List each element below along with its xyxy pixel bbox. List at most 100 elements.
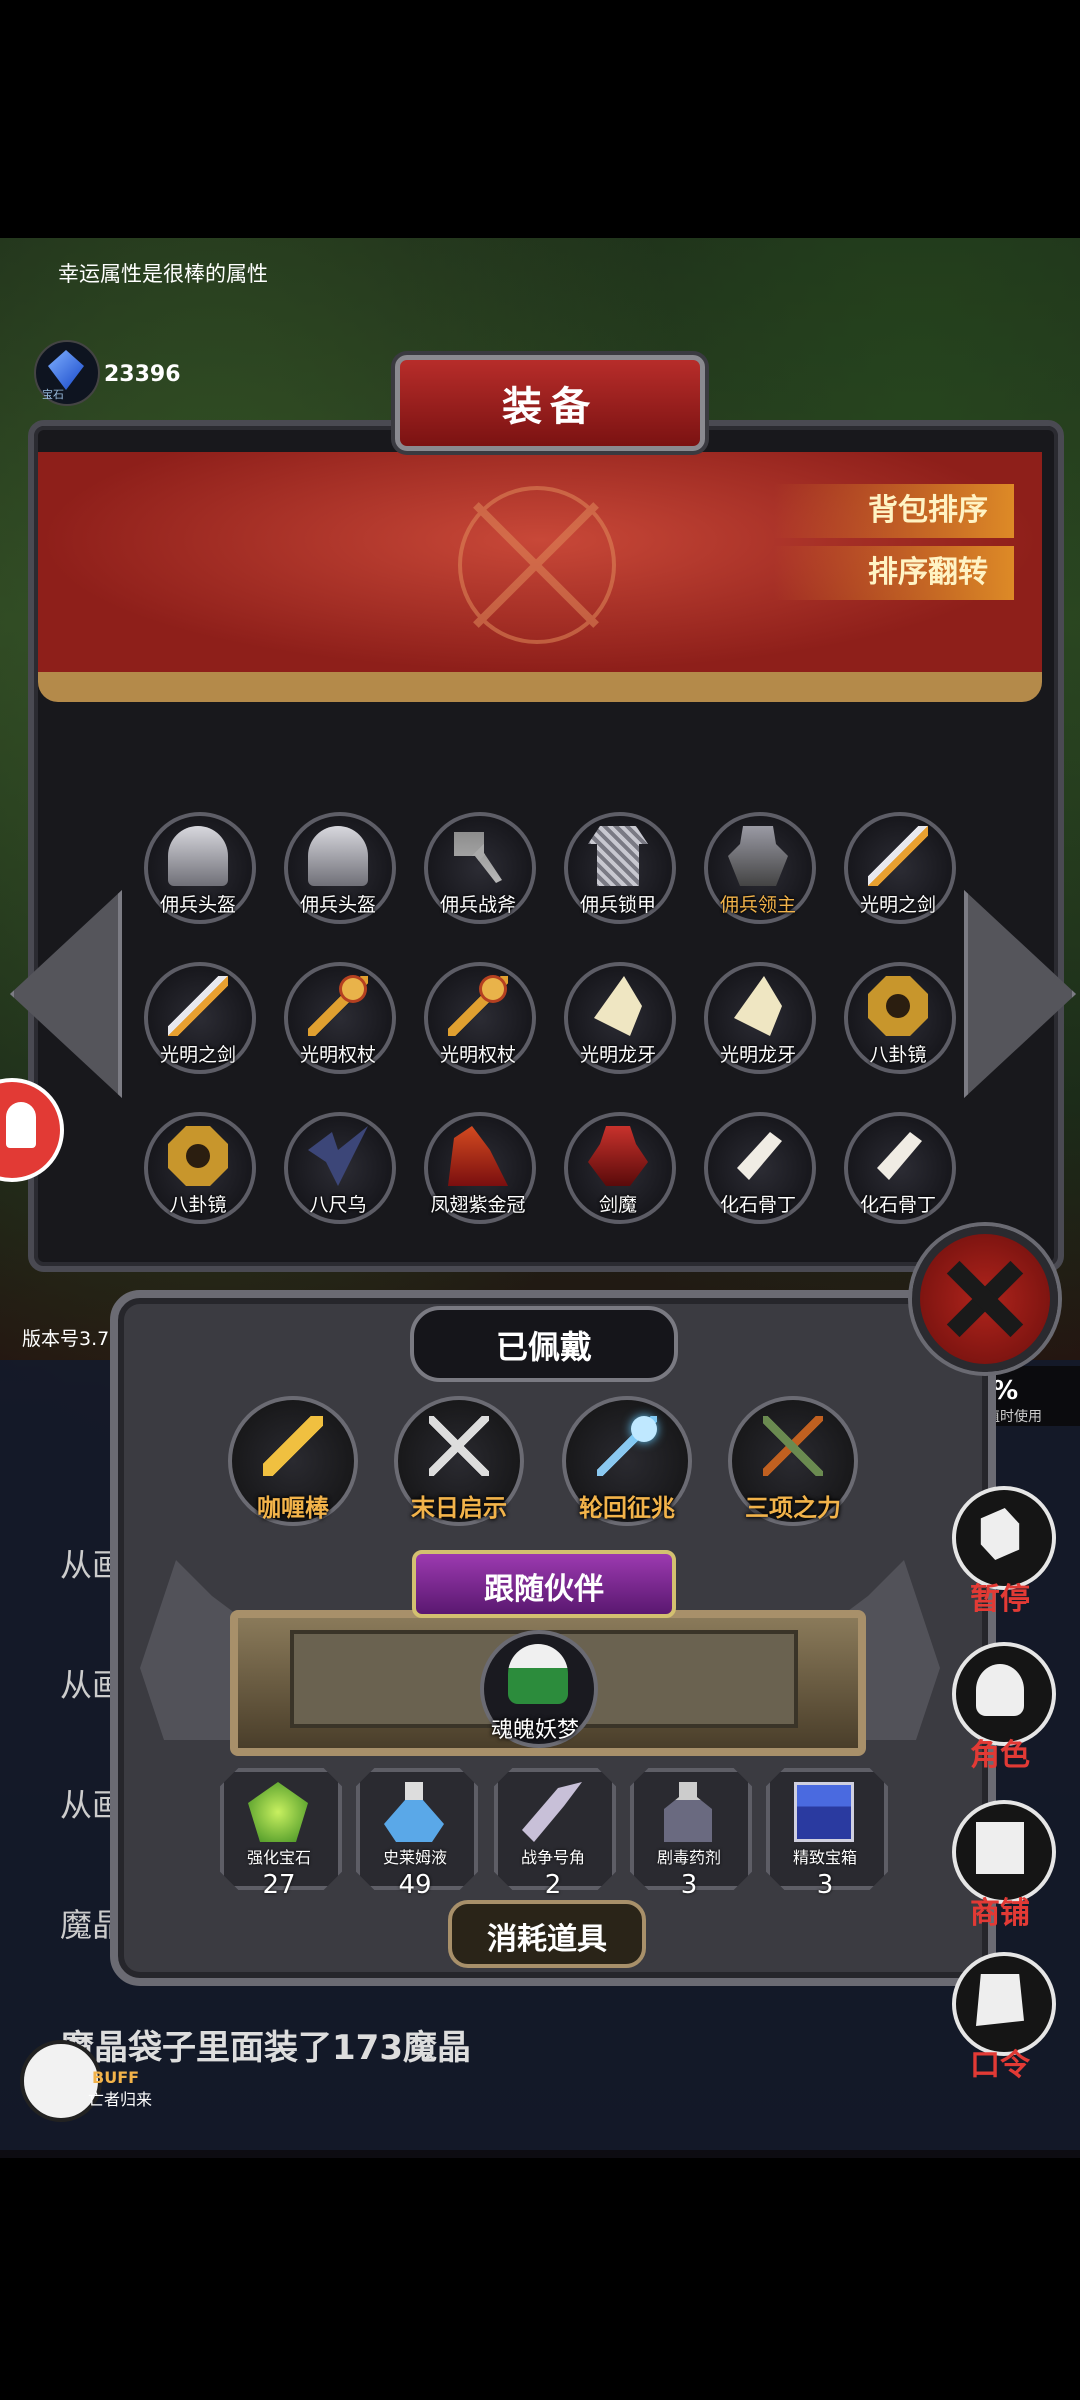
bottom-letterbox bbox=[0, 2158, 1080, 2400]
consumable-count: 3 bbox=[680, 1870, 698, 1900]
chainmail-icon bbox=[588, 826, 648, 886]
item-name: 佣兵战斧 bbox=[439, 894, 516, 916]
youmu-companion-icon bbox=[508, 1644, 568, 1704]
close-button[interactable] bbox=[912, 1226, 1058, 1372]
companion-name: 魂魄妖梦 bbox=[490, 1718, 579, 1743]
equipment-slot[interactable]: 佣兵头盔 bbox=[138, 806, 258, 926]
item-name: 佣兵头盔 bbox=[159, 894, 236, 916]
equipment-slot[interactable]: 光明权杖 bbox=[278, 956, 398, 1076]
worn-title-plate: 已佩戴 bbox=[410, 1306, 678, 1382]
consumable-count: 49 bbox=[398, 1870, 432, 1900]
treasure-chest-icon bbox=[794, 1782, 854, 1842]
equipment-title: 装备 bbox=[502, 384, 598, 430]
equipment-slot[interactable]: 凤翅紫金冠 bbox=[418, 1106, 538, 1226]
item-name: 化石骨丁 bbox=[719, 1194, 796, 1216]
equipment-slot[interactable]: 佣兵锁甲 bbox=[558, 806, 678, 926]
worn-item-name: 轮回征兆 bbox=[579, 1494, 675, 1522]
item-name: 光明龙牙 bbox=[579, 1044, 656, 1066]
equipment-slot[interactable]: 八尺乌 bbox=[278, 1106, 398, 1226]
sword-icon bbox=[868, 826, 928, 886]
user-icon bbox=[6, 1102, 36, 1148]
item-name: 八卦镜 bbox=[169, 1194, 227, 1216]
equipment-slot[interactable]: 光明之剑 bbox=[838, 806, 958, 926]
equipment-slot[interactable]: 佣兵领主 bbox=[698, 806, 818, 926]
consumable-slot[interactable]: 剧毒药剂 3 bbox=[630, 1768, 752, 1908]
equipment-slot[interactable]: 光明龙牙 bbox=[558, 956, 678, 1076]
shop-label: 商铺 bbox=[970, 1896, 1030, 1931]
scroll-icon bbox=[976, 1974, 1024, 2026]
version-label: 版本号3.75 bbox=[22, 1328, 122, 1350]
log-message: 魔晶袋子里面装了173魔晶 bbox=[60, 2028, 471, 2068]
equipment-slot[interactable]: 光明龙牙 bbox=[698, 956, 818, 1076]
pause-button[interactable]: 暂停 bbox=[948, 1486, 1056, 1617]
crossed-blades-icon bbox=[429, 1416, 489, 1476]
consumables-title: 消耗道具 bbox=[487, 1922, 607, 1957]
item-name: 佣兵锁甲 bbox=[579, 894, 656, 916]
sort-reverse-button[interactable]: 排序翻转 bbox=[774, 546, 1014, 600]
command-button[interactable]: 口令 bbox=[948, 1952, 1056, 2083]
consumable-slot[interactable]: 精致宝箱 3 bbox=[766, 1768, 888, 1908]
hooded-figure-icon bbox=[976, 1664, 1024, 1716]
crossed-swords-emblem-icon bbox=[458, 486, 616, 644]
consumables-title-plate: 消耗道具 bbox=[448, 1900, 646, 1968]
blue-gem-icon bbox=[48, 350, 84, 390]
item-name: 剑魔 bbox=[598, 1194, 637, 1216]
item-name: 八卦镜 bbox=[869, 1044, 927, 1066]
shop-sign-icon bbox=[976, 1822, 1024, 1874]
equipment-slot[interactable]: 光明权杖 bbox=[418, 956, 538, 1076]
worn-slot[interactable]: 轮回征兆 bbox=[562, 1396, 692, 1526]
companion-slot[interactable]: 魂魄妖梦 bbox=[480, 1630, 600, 1750]
worn-title: 已佩戴 bbox=[495, 1328, 592, 1366]
consumable-count: 2 bbox=[544, 1870, 562, 1900]
consumable-name: 强化宝石 bbox=[246, 1848, 311, 1867]
item-name: 佣兵头盔 bbox=[299, 894, 376, 916]
role-button[interactable]: 角色 bbox=[948, 1642, 1056, 1773]
golden-sword-icon bbox=[263, 1416, 323, 1476]
currency-count: 23396 bbox=[104, 362, 181, 387]
worn-slot[interactable]: 三项之力 bbox=[728, 1396, 858, 1526]
consumable-slot[interactable]: 战争号角 2 bbox=[494, 1768, 616, 1908]
consumable-name: 精致宝箱 bbox=[792, 1848, 857, 1867]
equipment-title-plate: 装备 bbox=[395, 355, 705, 451]
equipment-slot[interactable]: 剑魔 bbox=[558, 1106, 678, 1226]
worn-item-name: 咖喱棒 bbox=[257, 1494, 329, 1522]
consumable-name: 战争号角 bbox=[520, 1848, 585, 1867]
role-label: 角色 bbox=[970, 1738, 1030, 1773]
item-name: 八尺乌 bbox=[309, 1194, 367, 1216]
worn-item-name: 末日启示 bbox=[411, 1494, 507, 1522]
item-name: 光明权杖 bbox=[439, 1044, 516, 1066]
item-name: 光明之剑 bbox=[159, 1044, 236, 1066]
item-name: 化石骨丁 bbox=[859, 1194, 936, 1216]
consumable-count: 27 bbox=[262, 1870, 296, 1900]
consumable-name: 剧毒药剂 bbox=[656, 1848, 721, 1867]
consumable-slot[interactable]: 强化宝石 27 bbox=[220, 1768, 342, 1908]
equipment-slot[interactable]: 佣兵头盔 bbox=[278, 806, 398, 926]
helmet-icon bbox=[308, 826, 368, 886]
command-label: 口令 bbox=[970, 2048, 1030, 2083]
equipment-slot[interactable]: 光明之剑 bbox=[138, 956, 258, 1076]
sword-icon bbox=[168, 976, 228, 1036]
equipment-slot[interactable]: 化石骨丁 bbox=[698, 1106, 818, 1226]
equipment-slot[interactable]: 八卦镜 bbox=[838, 956, 958, 1076]
item-name: 光明龙牙 bbox=[719, 1044, 796, 1066]
item-name: 凤翅紫金冠 bbox=[430, 1194, 526, 1216]
companion-title: 跟随伙伴 bbox=[484, 1572, 604, 1607]
equipment-slot[interactable]: 化石骨丁 bbox=[838, 1106, 958, 1226]
currency-label: 宝石 bbox=[42, 388, 64, 401]
sort-backpack-button[interactable]: 背包排序 bbox=[774, 484, 1014, 538]
item-name: 光明权杖 bbox=[299, 1044, 376, 1066]
equipment-slot[interactable]: 八卦镜 bbox=[138, 1106, 258, 1226]
companion-title-plate: 跟随伙伴 bbox=[412, 1550, 676, 1618]
worn-slot[interactable]: 末日启示 bbox=[394, 1396, 524, 1526]
ice-staff-icon bbox=[597, 1416, 657, 1476]
staff-icon bbox=[448, 976, 508, 1036]
hint-text: 幸运属性是很棒的属性 bbox=[58, 262, 268, 286]
equipment-slot[interactable]: 佣兵战斧 bbox=[418, 806, 538, 926]
item-name: 光明之剑 bbox=[859, 894, 936, 916]
item-name: 佣兵领主 bbox=[719, 894, 796, 916]
helmet-icon bbox=[168, 826, 228, 886]
worn-slot[interactable]: 咖喱棒 bbox=[228, 1396, 358, 1526]
shop-button[interactable]: 商铺 bbox=[948, 1800, 1056, 1931]
consumable-name: 史莱姆液 bbox=[382, 1848, 447, 1867]
consumable-slot[interactable]: 史莱姆液 49 bbox=[356, 1768, 478, 1908]
